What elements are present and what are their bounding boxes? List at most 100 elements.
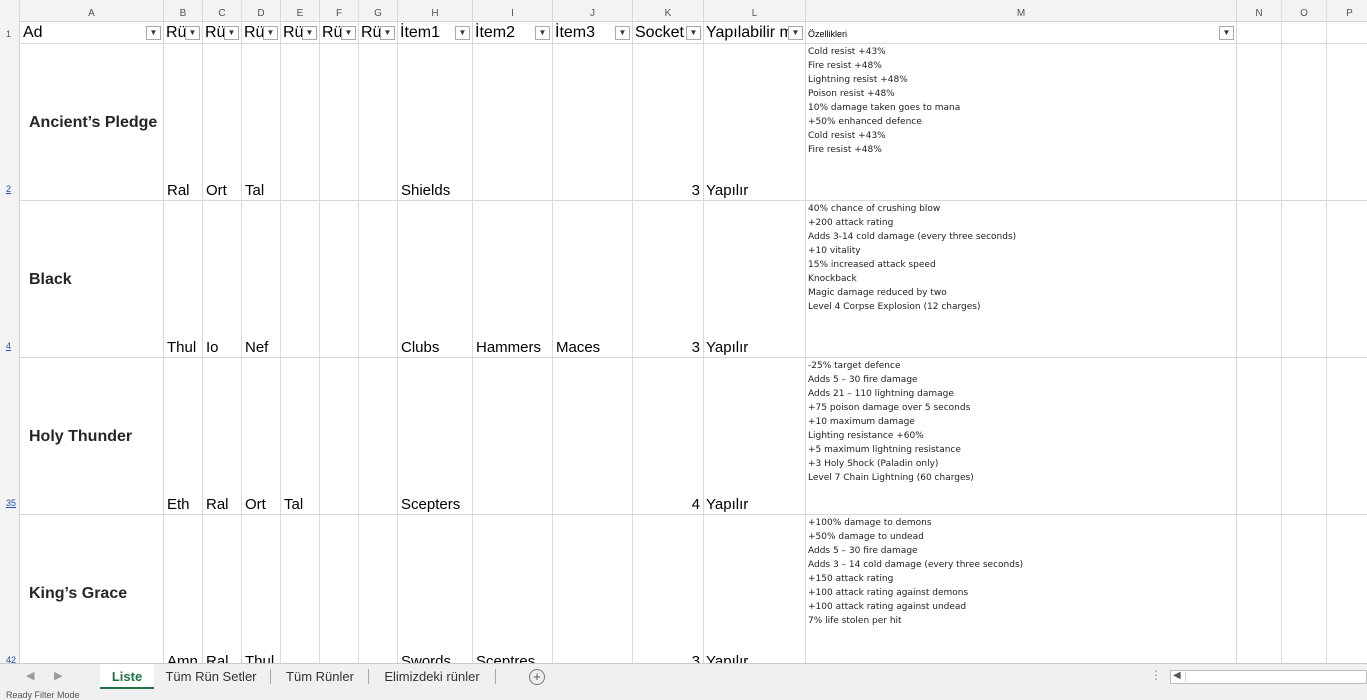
scrollbar-thumb[interactable] [1185,672,1365,682]
column-header-G[interactable]: G [359,0,398,22]
cell-area[interactable]: Ad ▼ Rü ▼ Rü ▼ Rü ▼ Rü ▼ Rü ▼ Rü ▼ İtem1… [20,22,1367,663]
row-number[interactable]: 35 [0,498,20,508]
header-cell-craftable[interactable]: Yapılabilir m [703,22,793,43]
column-header-N[interactable]: N [1237,0,1282,22]
rune-cell[interactable]: Io [206,339,219,356]
rune-cell[interactable]: Ral [206,653,229,663]
filter-active-icon[interactable]: ▼ [788,26,803,40]
property-line: Level 4 Corpse Explosion (12 charges) [808,302,981,312]
properties-cell[interactable]: 40% chance of crushing blow +200 attack … [808,202,1016,314]
row-number[interactable]: 1 [0,23,20,45]
rune-cell[interactable]: Ort [245,496,266,513]
rune-cell[interactable]: Ort [206,182,227,199]
triangle-left-icon[interactable]: ◀ [26,669,34,682]
rune-cell[interactable]: Thul [167,339,196,356]
triangle-right-icon[interactable]: ▶ [54,669,62,682]
header-cell-rune2[interactable]: Rü [202,22,226,43]
item-cell[interactable]: Clubs [401,339,439,356]
properties-cell[interactable]: +100% damage to demons +50% damage to un… [808,516,1023,628]
filter-dropdown-icon[interactable]: ▼ [1219,26,1234,40]
sheet-tab-liste[interactable]: Liste [100,664,154,689]
header-cell-item3[interactable]: İtem3 [552,22,616,43]
item-cell[interactable]: Sceptres [476,653,535,663]
rune-word-name[interactable]: Ancient’s Pledge [29,114,157,132]
header-cell-item2[interactable]: İtem2 [472,22,536,43]
column-header-H[interactable]: H [398,0,473,22]
row-number[interactable]: 42 [0,655,20,663]
filter-dropdown-icon[interactable]: ▼ [615,26,630,40]
header-cell-rune5[interactable]: Rü [319,22,343,43]
property-line: Adds 21 – 110 lightning damage [808,389,954,399]
item-cell[interactable]: Maces [556,339,600,356]
rune-cell[interactable]: Tal [284,496,303,513]
filter-dropdown-icon[interactable]: ▼ [686,26,701,40]
craftable-cell[interactable]: Yapılır [706,182,748,199]
scroll-left-icon[interactable]: ◀ [1173,670,1181,681]
more-options-icon[interactable]: ⋮ [1150,668,1162,682]
rune-cell[interactable]: Tal [245,182,264,199]
header-cell-ad[interactable]: Ad [20,22,163,43]
row-number[interactable]: 4 [0,341,20,351]
header-cell-rune1[interactable]: Rü [163,22,187,43]
column-header-I[interactable]: I [473,0,553,22]
column-header-B[interactable]: B [164,0,203,22]
column-header-A[interactable]: A [20,0,164,22]
property-line: Magic damage reduced by two [808,288,947,298]
item-cell[interactable]: Swords [401,653,451,663]
filter-dropdown-icon[interactable]: ▼ [302,26,317,40]
sheet-tab-tum-runler[interactable]: Tüm Rünler [276,664,364,689]
socket-cell[interactable]: 3 [632,339,700,356]
header-cell-rune6[interactable]: Rü [358,22,382,43]
rune-cell[interactable]: Ral [206,496,229,513]
column-header-F[interactable]: F [320,0,359,22]
rune-word-name[interactable]: Holy Thunder [29,428,132,446]
rune-word-name[interactable]: Black [29,271,72,289]
header-cell-rune3[interactable]: Rü [241,22,265,43]
filter-dropdown-icon[interactable]: ▼ [341,26,356,40]
rune-cell[interactable]: Thul [245,653,274,663]
rune-word-name[interactable]: King’s Grace [29,585,127,603]
column-header-P[interactable]: P [1327,0,1367,22]
filter-dropdown-icon[interactable]: ▼ [224,26,239,40]
sheet-tab-elimizdeki-runler[interactable]: Elimizdeki rünler [374,664,490,689]
rune-cell[interactable]: Nef [245,339,268,356]
column-header-E[interactable]: E [281,0,320,22]
column-header-L[interactable]: L [704,0,806,22]
sheet-tab-tum-run-setler[interactable]: Tüm Rün Setler [158,664,264,689]
column-header-O[interactable]: O [1282,0,1327,22]
column-header-J[interactable]: J [553,0,633,22]
item-cell[interactable]: Scepters [401,496,460,513]
socket-cell[interactable]: 3 [632,653,700,663]
item-cell[interactable]: Shields [401,182,450,199]
column-header-K[interactable]: K [633,0,704,22]
column-header-M[interactable]: M [806,0,1237,22]
filter-dropdown-icon[interactable]: ▼ [146,26,161,40]
socket-cell[interactable]: 4 [632,496,700,513]
rune-cell[interactable]: Amn [167,653,198,663]
properties-cell[interactable]: -25% target defence Adds 5 – 30 fire dam… [808,359,974,485]
socket-cell[interactable]: 3 [632,182,700,199]
rune-cell[interactable]: Eth [167,496,190,513]
craftable-cell[interactable]: Yapılır [706,496,748,513]
filter-dropdown-icon[interactable]: ▼ [535,26,550,40]
filter-dropdown-icon[interactable]: ▼ [380,26,395,40]
horizontal-scrollbar[interactable]: ◀ [1170,670,1367,684]
properties-cell[interactable]: Cold resist +43% Fire resist +48% Lightn… [808,45,960,157]
rune-cell[interactable]: Ral [167,182,190,199]
column-header-D[interactable]: D [242,0,281,22]
header-cell-rune4[interactable]: Rü [280,22,304,43]
plus-circle-icon[interactable]: + [529,669,545,685]
select-all-corner[interactable] [0,0,20,22]
header-cell-socket[interactable]: Socket [632,22,688,43]
header-cell-properties[interactable]: Özellikleri [805,22,1215,43]
item-cell[interactable]: Hammers [476,339,541,356]
spreadsheet-grid[interactable]: A B C D E F G H I J K L M N O P 1 2 4 35… [0,0,1367,663]
header-cell-item1[interactable]: İtem1 [397,22,457,43]
craftable-cell[interactable]: Yapılır [706,339,748,356]
craftable-cell[interactable]: Yapılır [706,653,748,663]
filter-dropdown-icon[interactable]: ▼ [455,26,470,40]
column-header-C[interactable]: C [203,0,242,22]
filter-dropdown-icon[interactable]: ▼ [263,26,278,40]
filter-dropdown-icon[interactable]: ▼ [185,26,200,40]
row-number[interactable]: 2 [0,184,20,194]
